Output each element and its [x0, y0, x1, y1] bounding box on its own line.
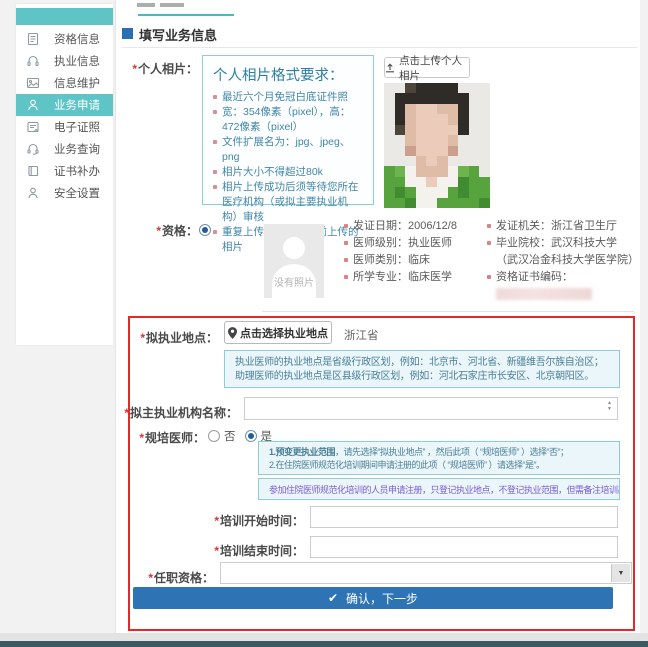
detail-item: 医师类别：临床: [344, 252, 484, 269]
image-icon: [26, 76, 40, 90]
no-photo-placeholder: 没有照片: [264, 224, 324, 298]
sidebar-top-bar: [16, 8, 113, 25]
detail-item: 医师级别：执业医师: [344, 235, 484, 252]
bullet-icon: [487, 275, 491, 279]
trainee-help: 1.预变更执业范围，请先选择“拟执业地点” ，然后此项（ “规培医师” ）选择“…: [258, 441, 620, 475]
train-end-input[interactable]: [310, 536, 618, 558]
confirm-next-button[interactable]: ✔ 确认，下一步: [133, 587, 613, 609]
bullet-icon: [213, 185, 217, 189]
train-end-label: *培训结束时间：: [180, 542, 304, 559]
top-tab-remnant: [160, 3, 184, 7]
headset-icon: [26, 54, 40, 68]
qualification-details-col1: 发证日期：2006/12/8 医师级别：执业医师 医师类别：临床 所学专业：临床…: [344, 218, 484, 286]
detail-item-cert-code: 资格证书编码：: [487, 269, 637, 303]
silhouette-icon: [283, 237, 305, 259]
top-tab-remnant: [137, 3, 155, 7]
sidebar-item-info-maintenance[interactable]: 信息维护: [16, 72, 113, 94]
practice-location-label: *拟执业地点：: [105, 329, 218, 346]
photo-requirement-item: 相片大小不得超过80k: [213, 165, 363, 180]
bullet-icon: [213, 95, 217, 99]
detail-item: 毕业院校：武汉科技大学（武汉冶金科技大学医学院）: [487, 235, 637, 269]
page-title: 填写业务信息: [139, 25, 217, 44]
upload-icon: [385, 63, 395, 73]
sidebar-item-label: 安全设置: [54, 185, 100, 201]
photo-requirement-item: 文件扩展名为：jpg、jpeg、png: [213, 135, 363, 165]
document-icon: [26, 32, 40, 46]
sidebar-item-business-query[interactable]: 业务查询: [16, 138, 113, 160]
footer-bar: [0, 641, 648, 647]
sidebar-item-business-application[interactable]: 业务申请: [16, 94, 113, 116]
no-photo-text: 没有照片: [264, 274, 324, 289]
bullet-icon: [213, 140, 217, 144]
trainee-radio-no[interactable]: [208, 430, 220, 442]
photo-requirement-item: 宽：354像素（pixel），高：472像素（pixel）: [213, 105, 363, 135]
section-divider: [262, 311, 634, 312]
sidebar-item-label: 执业信息: [54, 53, 100, 69]
bullet-icon: [344, 241, 348, 245]
trainee-note: 参加住院医师规范化培训的人员申请注册，只登记执业地点，不登记执业范围，但需备注培…: [258, 478, 620, 500]
upload-photo-button[interactable]: 点击上传个人相片: [384, 57, 470, 78]
sidebar-item-security-settings[interactable]: 安全设置: [16, 182, 113, 204]
post-qualification-label: *任职资格：: [110, 569, 214, 586]
train-start-label: *培训开始时间：: [180, 512, 304, 529]
redacted-cert-code: [496, 288, 592, 300]
photo-requirements-title: 个人相片格式要求：: [213, 64, 363, 85]
bullet-icon: [344, 258, 348, 262]
photo-requirement-item: 最近六个月免冠白底证件照: [213, 90, 363, 105]
train-start-input[interactable]: [310, 506, 618, 528]
sidebar-item-label: 业务查询: [54, 141, 100, 157]
sidebar-item-electronic-license[interactable]: 电子证照: [16, 116, 113, 138]
footer-strip: [0, 633, 648, 641]
book-icon: [26, 164, 40, 178]
sidebar-item-label: 业务申请: [54, 97, 100, 113]
bullet-icon: [344, 224, 348, 228]
main-left-border: [115, 0, 116, 633]
qualification-radio[interactable]: [199, 224, 211, 236]
security-person-icon: [26, 186, 40, 200]
location-pin-icon: [228, 327, 237, 339]
trainee-label: *规培医师：: [90, 429, 205, 446]
practice-location-help: 执业医师的执业地点是省级行政区划，例如：北京市、河北省、新疆维吾尔族自治区； 助…: [224, 350, 620, 388]
bullet-icon: [213, 230, 217, 234]
portrait-photo: [384, 83, 490, 208]
photo-requirements-box: 个人相片格式要求： 最近六个月免冠白底证件照 宽：354像素（pixel），高：…: [202, 55, 374, 205]
panel-divider: [122, 47, 637, 48]
personal-photo-label: *个人相片：: [110, 60, 198, 77]
detail-item: 发证日期：2006/12/8: [344, 218, 484, 235]
support-headset-icon: [26, 142, 40, 156]
bullet-icon: [487, 224, 491, 228]
detail-item: 发证机关：浙江省卫生厅: [487, 218, 637, 235]
sidebar-item-practice-info[interactable]: 执业信息: [16, 50, 113, 72]
main-org-label: *拟主执业机构名称：: [105, 404, 238, 421]
sidebar-item-qualification-info[interactable]: 资格信息: [16, 28, 113, 50]
trainee-option-no-label: 否: [224, 428, 236, 444]
section-title-square: [122, 28, 133, 39]
spinner-icons: ▲▼: [607, 401, 612, 412]
person-icon: [26, 98, 40, 112]
main-org-select[interactable]: ▲▼: [244, 397, 618, 420]
bullet-icon: [213, 170, 217, 174]
post-qualification-select[interactable]: ▼: [220, 562, 632, 584]
sidebar-item-label: 证书补办: [54, 163, 100, 179]
dropdown-arrow-icon[interactable]: ▼: [611, 564, 630, 582]
active-tab-underline: [138, 14, 234, 16]
qualification-details-col2: 发证机关：浙江省卫生厅 毕业院校：武汉科技大学（武汉冶金科技大学医学院） 资格证…: [487, 218, 637, 303]
bullet-icon: [487, 241, 491, 245]
sidebar-item-label: 信息维护: [54, 75, 100, 91]
trainee-radio-yes[interactable]: [245, 430, 257, 442]
detail-item: 所学专业：临床医学: [344, 269, 484, 286]
photo-requirement-item: 相片上传成功后须等待您所在医疗机构（或拟主要执业机构）审核: [213, 180, 363, 225]
sidebar-item-certificate-reissue[interactable]: 证书补办: [16, 160, 113, 182]
qualification-label: *资格：: [110, 222, 198, 239]
practice-location-value: 浙江省: [344, 327, 379, 343]
sidebar-item-label: 电子证照: [54, 119, 100, 135]
bullet-icon: [344, 275, 348, 279]
check-icon: ✔: [328, 591, 338, 605]
sidebar-item-label: 资格信息: [54, 31, 100, 47]
bullet-icon: [213, 110, 217, 114]
certificate-icon: [26, 120, 40, 134]
choose-location-button[interactable]: 点击选择执业地点: [224, 321, 332, 344]
